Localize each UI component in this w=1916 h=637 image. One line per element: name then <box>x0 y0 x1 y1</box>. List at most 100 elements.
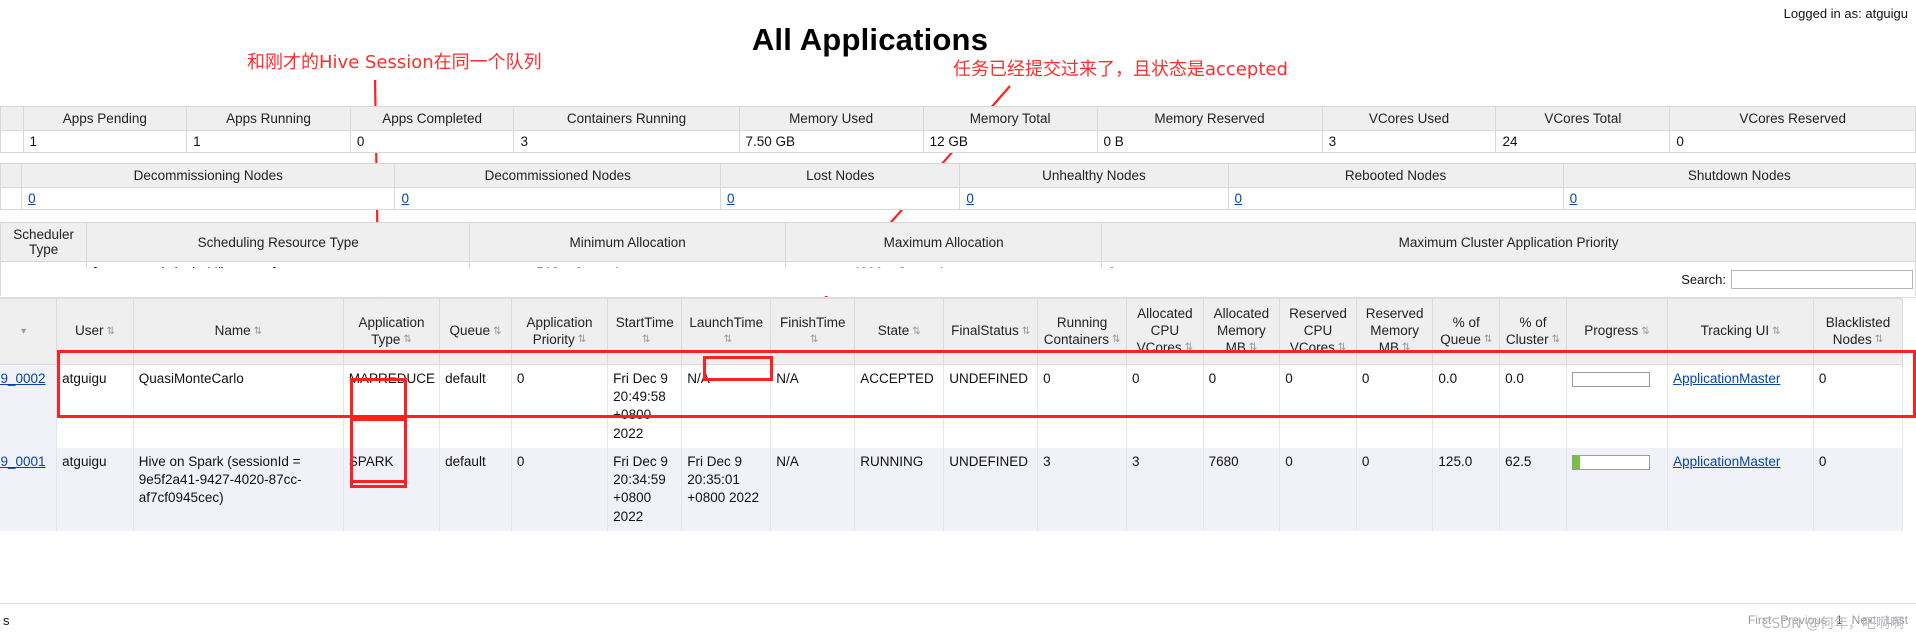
table-row: 69_0002 atguigu QuasiMonteCarlo MAPREDUC… <box>0 364 1904 448</box>
sort-icon-finishtime[interactable]: ⇅ <box>810 334 818 345</box>
sort-icon-reserved-cpu-vcores[interactable]: ⇅ <box>1338 343 1346 353</box>
sort-icon-pct-of-cluster[interactable]: ⇅ <box>1552 334 1560 345</box>
th-progress[interactable]: Progress ⇅ <box>1565 298 1669 365</box>
cell-state: ACCEPTED <box>854 364 945 448</box>
search-input[interactable] <box>1731 270 1913 289</box>
apps-table-header-row: ▾ User ⇅ Name ⇅ Application Type ⇅ Queue ⇅ A… <box>0 298 1904 365</box>
th-id[interactable]: ▾ <box>0 298 58 365</box>
sort-icon-allocated-memory-mb[interactable]: ⇅ <box>1249 343 1257 353</box>
th-launchtime[interactable]: LaunchTime⇅ <box>681 298 772 365</box>
cell-finalstatus: UNDEFINED <box>943 364 1039 448</box>
link-unhealthy-nodes[interactable]: 0 <box>966 191 974 206</box>
sort-icon-id[interactable]: ▾ <box>21 326 26 337</box>
th-apps-running: Apps Running <box>186 106 351 131</box>
th-application-priority[interactable]: Application Priority ⇅ <box>510 298 609 365</box>
td-apps-running: 1 <box>186 130 351 153</box>
th-max-cluster-app-priority: Maximum Cluster Application Priority <box>1101 222 1916 262</box>
th-queue[interactable]: Queue ⇅ <box>439 298 512 365</box>
th-blacklisted-nodes[interactable]: Blacklisted Nodes ⇅ <box>1812 298 1904 365</box>
th-finishtime[interactable]: FinishTime⇅ <box>770 298 856 365</box>
th-running-containers[interactable]: Running Containers ⇅ <box>1037 298 1128 365</box>
th-name[interactable]: Name ⇅ <box>132 298 344 365</box>
node-metrics-header-row: Decommissioning Nodes Decommissioned Nod… <box>0 163 1916 188</box>
th-shutdown-nodes: Shutdown Nodes <box>1562 163 1916 188</box>
th-reserved-cpu-vcores[interactable]: Reserved CPU VCores ⇅ <box>1279 298 1357 365</box>
yarn-all-applications-page: Logged in as: atguigu All Applications 和… <box>0 0 1916 637</box>
th-application-type[interactable]: Application Type ⇅ <box>342 298 441 365</box>
link-decommissioned-nodes[interactable]: 0 <box>401 191 409 206</box>
tracking-ui-link[interactable]: ApplicationMaster <box>1673 371 1780 386</box>
annotation-left: 和刚才的Hive Session在同一个队列 <box>247 52 542 73</box>
th-pct-of-queue[interactable]: % of Queue ⇅ <box>1432 298 1501 365</box>
cell-state: RUNNING <box>854 447 945 531</box>
link-decommissioning-nodes[interactable]: 0 <box>28 191 36 206</box>
th-state[interactable]: State ⇅ <box>854 298 945 365</box>
cell-finishtime: N/A <box>770 364 856 448</box>
cell-pct-of-cluster: 0.0 <box>1499 364 1567 448</box>
sort-icon-application-priority[interactable]: ⇅ <box>578 334 586 345</box>
cell-allocated-cpu-vcores: 3 <box>1126 447 1204 531</box>
cell-starttime: Fri Dec 9 20:34:59 +0800 2022 <box>607 447 683 531</box>
cell-finalstatus: UNDEFINED <box>943 447 1039 531</box>
cell-finishtime: N/A <box>770 447 856 531</box>
th-allocated-cpu-vcores[interactable]: Allocated CPU VCores ⇅ <box>1126 298 1204 365</box>
cell-blacklisted-nodes: 0 <box>1812 364 1904 448</box>
cell-starttime: Fri Dec 9 20:49:58 +0800 2022 <box>607 364 683 448</box>
cell-application-priority: 0 <box>510 364 609 448</box>
sort-icon-finalstatus[interactable]: ⇅ <box>1022 326 1030 337</box>
app-id-link[interactable]: 69_0001 <box>0 454 46 469</box>
sort-icon-state[interactable]: ⇅ <box>912 326 920 337</box>
th-vcores-used: VCores Used <box>1321 106 1497 131</box>
link-lost-nodes[interactable]: 0 <box>727 191 735 206</box>
logged-in-label: Logged in as: atguigu <box>1783 6 1908 21</box>
progress-bar <box>1571 454 1650 470</box>
cell-running-containers: 0 <box>1037 364 1128 448</box>
cell-launchtime: N/A <box>681 364 772 448</box>
sort-icon-queue[interactable]: ⇅ <box>493 326 501 337</box>
node-metrics-spacer-cell <box>0 187 23 210</box>
th-tracking-ui[interactable]: Tracking UI ⇅ <box>1667 298 1814 365</box>
applications-table: ▾ User ⇅ Name ⇅ Application Type ⇅ Queue ⇅ A… <box>0 297 1916 587</box>
cell-running-containers: 3 <box>1037 447 1128 531</box>
sort-icon-tracking-ui[interactable]: ⇅ <box>1772 326 1780 337</box>
sort-icon-name[interactable]: ⇅ <box>254 326 262 337</box>
th-allocated-memory-mb[interactable]: Allocated Memory MB ⇅ <box>1202 298 1281 365</box>
th-pct-of-cluster[interactable]: % of Cluster ⇅ <box>1499 298 1567 365</box>
th-lost-nodes: Lost Nodes <box>720 163 961 188</box>
sort-icon-blacklisted-nodes[interactable]: ⇅ <box>1875 334 1883 345</box>
th-maximum-allocation: Maximum Allocation <box>785 222 1103 262</box>
cluster-metrics-table: Apps Pending Apps Running Apps Completed… <box>0 106 1916 153</box>
sort-icon-allocated-cpu-vcores[interactable]: ⇅ <box>1185 343 1193 353</box>
footer-left-label: s <box>3 613 10 628</box>
progress-bar <box>1571 371 1650 387</box>
link-shutdown-nodes[interactable]: 0 <box>1570 191 1578 206</box>
node-metrics-value-row: 0 0 0 0 0 0 <box>0 187 1916 210</box>
th-finalstatus[interactable]: FinalStatus ⇅ <box>943 298 1039 365</box>
sort-icon-progress[interactable]: ⇅ <box>1641 326 1649 337</box>
sort-icon-starttime[interactable]: ⇅ <box>642 334 650 345</box>
watermark: CSDN @何年，吧啊啊 <box>1761 616 1904 632</box>
th-starttime[interactable]: StartTime⇅ <box>607 298 683 365</box>
th-reserved-memory-mb[interactable]: Reserved Memory MB ⇅ <box>1355 298 1434 365</box>
tracking-ui-link[interactable]: ApplicationMaster <box>1673 454 1780 469</box>
cell-pct-of-cluster: 62.5 <box>1499 447 1567 531</box>
th-unhealthy-nodes: Unhealthy Nodes <box>959 163 1229 188</box>
cell-queue: default <box>439 364 512 448</box>
cell-name: QuasiMonteCarlo <box>132 364 344 448</box>
sort-icon-pct-of-queue[interactable]: ⇅ <box>1484 334 1492 345</box>
cell-pct-of-queue: 125.0 <box>1432 447 1501 531</box>
sort-icon-reserved-memory-mb[interactable]: ⇅ <box>1402 343 1410 353</box>
td-vcores-used: 3 <box>1321 130 1497 153</box>
search-control: Search: <box>1681 270 1913 289</box>
sort-icon-application-type[interactable]: ⇅ <box>403 334 411 345</box>
th-user[interactable]: User ⇅ <box>56 298 134 365</box>
sort-icon-running-containers[interactable]: ⇅ <box>1112 334 1120 345</box>
link-rebooted-nodes[interactable]: 0 <box>1235 191 1243 206</box>
td-memory-total: 12 GB <box>922 130 1098 153</box>
sort-icon-user[interactable]: ⇅ <box>107 326 115 337</box>
cluster-metrics-header-row: Apps Pending Apps Running Apps Completed… <box>0 106 1916 131</box>
cell-reserved-cpu-vcores: 0 <box>1279 447 1357 531</box>
cell-name: Hive on Spark (sessionId = 9e5f2a41-9427… <box>132 447 344 531</box>
app-id-link[interactable]: 69_0002 <box>0 371 46 386</box>
sort-icon-launchtime[interactable]: ⇅ <box>724 334 732 345</box>
